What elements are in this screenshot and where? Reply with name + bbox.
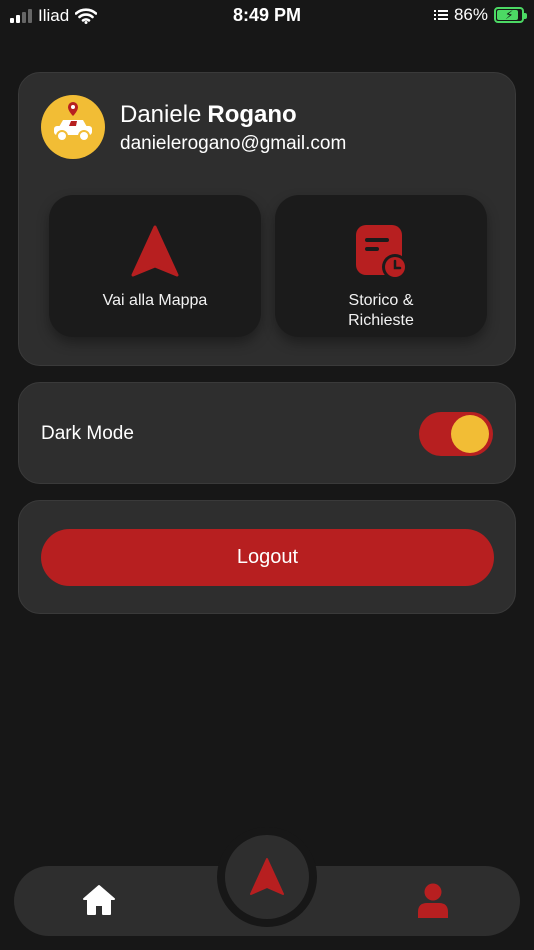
home-icon[interactable] [82, 884, 116, 916]
status-bar: Iliad 8:49 PM 86% ⚡ [0, 0, 534, 32]
history-label-line1: Storico & [348, 292, 414, 309]
navigation-arrow-icon [131, 225, 179, 277]
profile-card: Daniele Rogano danielerogano@gmail.com Va… [18, 72, 516, 366]
logout-card: Logout [18, 500, 516, 614]
user-email: danielerogano@gmail.com [120, 133, 347, 154]
logout-button[interactable]: Logout [41, 529, 494, 586]
dark-mode-card: Dark Mode [18, 382, 516, 484]
history-requests-button[interactable]: Storico & Richieste [275, 195, 487, 337]
toggle-knob [451, 415, 489, 453]
history-document-icon [356, 225, 408, 280]
dark-mode-label: Dark Mode [41, 423, 134, 444]
taxi-location-icon [54, 102, 92, 142]
battery-percent: 86% [453, 5, 488, 24]
status-right: 86% ⚡ [433, 5, 527, 25]
user-last-name: Rogano [207, 101, 297, 128]
user-name: Daniele Rogano [120, 101, 297, 129]
navigation-arrow-icon [250, 858, 284, 895]
list-icon [433, 10, 448, 20]
profile-screen: Iliad 8:49 PM 86% ⚡ Daniele Rogano danie… [0, 0, 534, 950]
go-to-map-label: Vai alla Mappa [102, 292, 208, 309]
go-to-map-button[interactable]: Vai alla Mappa [49, 195, 261, 337]
center-map-button[interactable] [225, 835, 309, 919]
history-label-line2: Richieste [348, 312, 414, 329]
user-first-name: Daniele [120, 101, 202, 128]
battery-charging-icon: ⚡ [494, 7, 527, 23]
history-requests-label: Storico & Richieste [275, 291, 487, 331]
center-nav-ring [217, 827, 317, 927]
profile-icon[interactable] [416, 882, 450, 920]
avatar[interactable] [41, 95, 105, 159]
dark-mode-toggle[interactable] [419, 412, 493, 456]
